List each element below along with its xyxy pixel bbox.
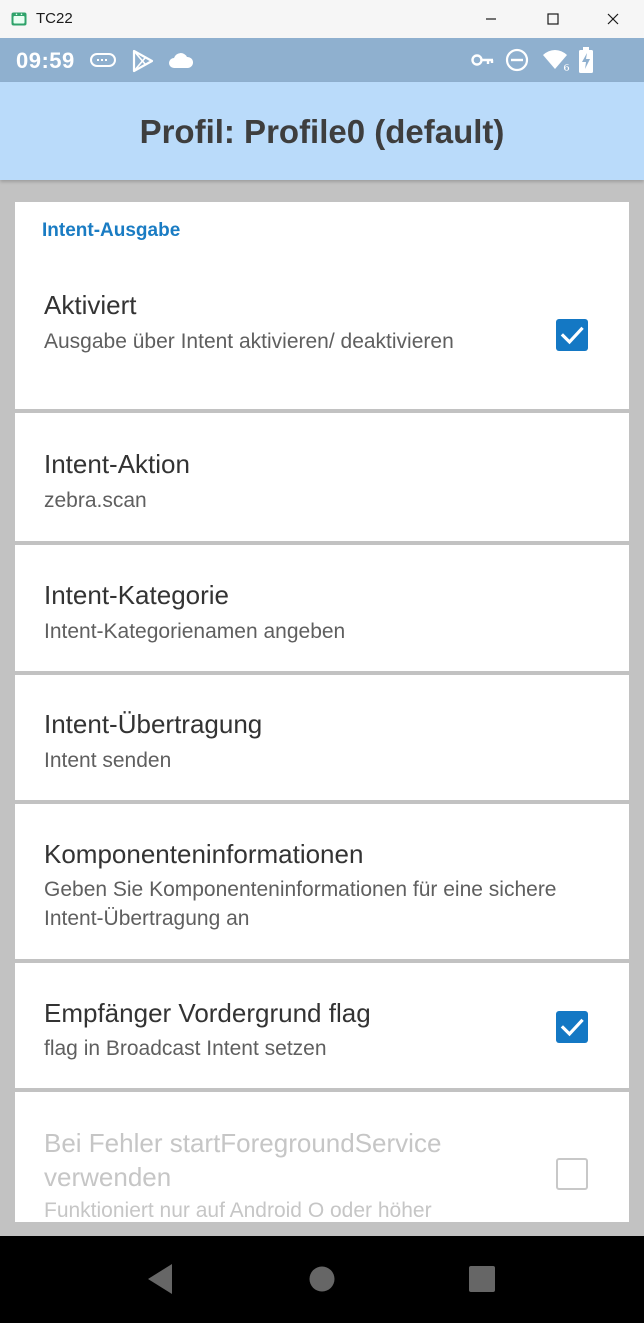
row-title: Intent-Übertragung [44, 709, 263, 739]
home-icon[interactable] [309, 1266, 335, 1292]
start-foreground-service-checkbox[interactable] [556, 1158, 588, 1190]
settings-row-intent-action[interactable]: Intent-Aktion zebra.scan [15, 413, 629, 541]
minimize-button[interactable] [460, 0, 522, 38]
settings-row-intent-category[interactable]: Intent-Kategorie Intent-Kategorienamen a… [15, 545, 629, 671]
svg-text:6: 6 [563, 63, 570, 72]
check-icon [560, 326, 584, 345]
row-subtitle: Intent-Kategorienamen angeben [44, 620, 346, 643]
settings-row-receiver-foreground-flag[interactable]: Empfänger Vordergrund flag flag in Broad… [15, 963, 629, 1088]
settings-row-intent-delivery[interactable]: Intent-Übertragung Intent senden [15, 675, 629, 800]
close-button[interactable] [582, 0, 644, 38]
row-title: Aktiviert [44, 290, 137, 320]
maximize-button[interactable] [522, 0, 584, 38]
do-not-disturb-icon [505, 48, 529, 72]
row-subtitle: Intent senden [44, 749, 172, 772]
close-icon [607, 13, 619, 25]
maximize-icon [547, 13, 559, 25]
row-subtitle: flag in Broadcast Intent setzen [44, 1037, 327, 1060]
window-title-bar: TC22 [0, 0, 644, 39]
section-title: Intent-Ausgabe [42, 220, 181, 241]
app-icon [11, 12, 27, 26]
vpn-key-icon [471, 54, 494, 66]
settings-row-component-info[interactable]: Komponenteninformationen Geben Sie Kompo… [15, 804, 629, 959]
row-title: Komponenteninformationen [44, 839, 364, 869]
row-subtitle: Ausgabe über Intent aktivieren/ deaktivi… [44, 330, 454, 353]
row-title: Bei Fehler startForegroundService verwen… [44, 1128, 442, 1192]
status-time: 09:59 [16, 48, 75, 73]
cloud-icon [169, 53, 194, 68]
status-bar: 09:59 6 [0, 38, 644, 82]
wifi-6-icon: 6 [543, 50, 570, 72]
data-saver-icon [90, 53, 116, 67]
check-icon [560, 1018, 584, 1037]
window-title: TC22 [36, 10, 73, 27]
row-title: Intent-Kategorie [44, 580, 230, 610]
navigation-bar [0, 1236, 644, 1323]
battery-charging-icon [579, 47, 593, 73]
page-title: Profil: Profile0 (default) [139, 113, 505, 150]
settings-row-enabled[interactable]: Intent-Ausgabe Aktiviert Ausgabe über In… [15, 202, 629, 409]
enabled-checkbox[interactable] [556, 319, 588, 351]
row-subtitle: zebra.scan [44, 489, 147, 512]
row-subtitle: Funktioniert nur auf Android O oder höhe… [44, 1199, 432, 1222]
row-title: Intent-Aktion [44, 449, 190, 479]
action-bar: Profil: Profile0 (default) [0, 82, 644, 180]
back-icon[interactable] [145, 1262, 175, 1296]
settings-row-start-foreground-service[interactable]: Bei Fehler startForegroundService verwen… [15, 1092, 629, 1222]
minimize-icon [486, 18, 496, 20]
recents-icon[interactable] [469, 1266, 495, 1292]
receiver-foreground-checkbox[interactable] [556, 1011, 588, 1043]
settings-list[interactable]: Intent-Ausgabe Aktiviert Ausgabe über In… [15, 202, 629, 1222]
row-title: Empfänger Vordergrund flag [44, 998, 371, 1028]
play-store-icon [132, 49, 154, 73]
row-subtitle: Geben Sie Komponenteninformationen für e… [44, 878, 557, 930]
